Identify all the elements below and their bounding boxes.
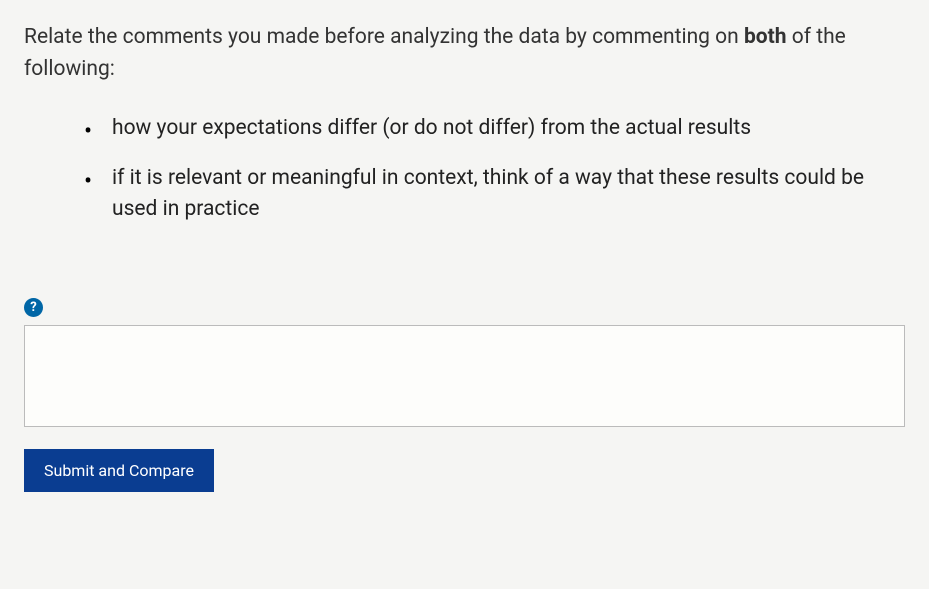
question-prompt: Relate the comments you made before anal… [24, 22, 905, 85]
submit-and-compare-button[interactable]: Submit and Compare [24, 449, 214, 492]
bullet-list: how your expectations differ (or do not … [24, 113, 905, 226]
answer-input[interactable] [24, 325, 905, 427]
help-icon-label: ? [30, 300, 36, 315]
help-icon[interactable]: ? [24, 298, 43, 317]
list-item: how your expectations differ (or do not … [84, 113, 905, 145]
list-item: if it is relevant or meaningful in conte… [84, 163, 905, 226]
prompt-bold: both [744, 25, 787, 49]
prompt-prefix: Relate the comments you made before anal… [24, 25, 744, 49]
